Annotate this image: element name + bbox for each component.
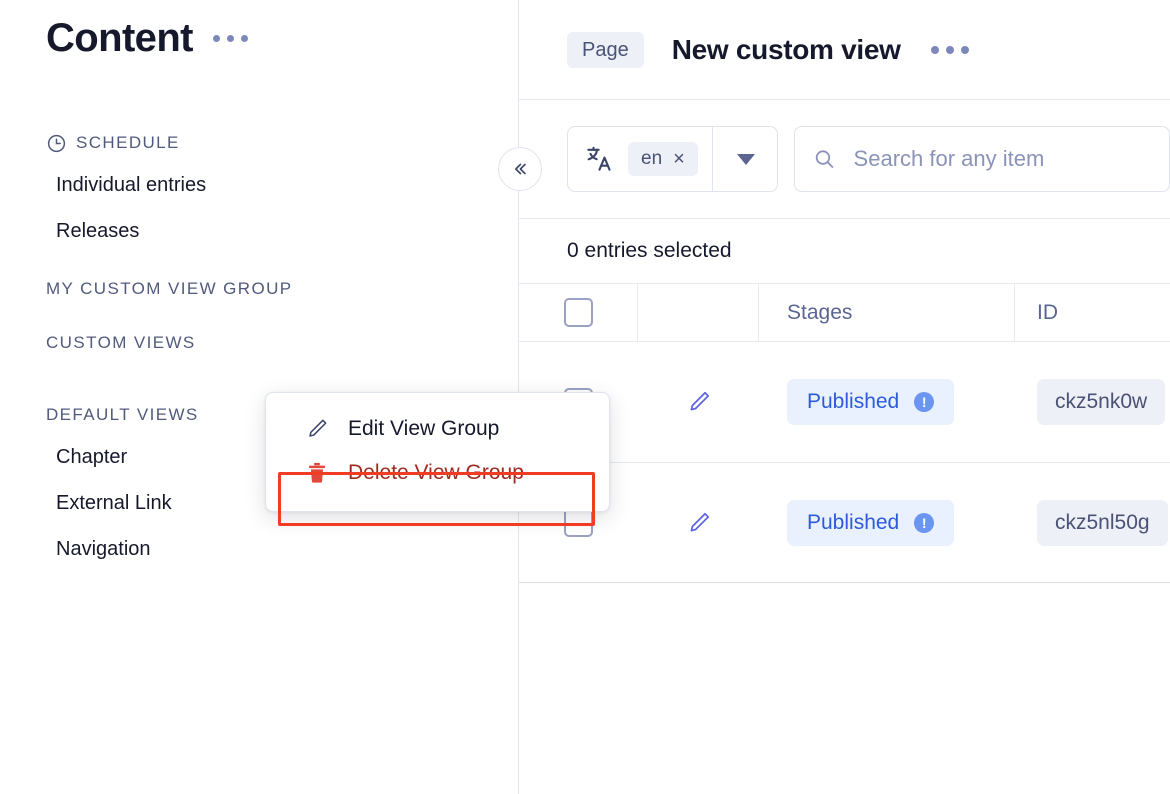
row-checkbox[interactable] xyxy=(564,508,593,537)
dot xyxy=(946,46,954,54)
pencil-icon xyxy=(304,416,330,442)
chevron-down-icon[interactable] xyxy=(737,154,755,165)
language-chip-remove-icon[interactable]: × xyxy=(673,149,685,169)
select-all-checkbox[interactable] xyxy=(564,298,593,327)
divider xyxy=(712,126,713,192)
column-header-id: ID xyxy=(1037,301,1058,325)
row-cell-stages: Published ! xyxy=(759,342,1015,462)
sidebar-section-label: DEFAULT VIEWS xyxy=(46,403,199,427)
status-badge[interactable]: Published ! xyxy=(787,379,954,425)
sidebar-section-my-custom-view-group[interactable]: MY CUSTOM VIEW GROUP xyxy=(0,272,519,306)
sidebar-item-navigation[interactable]: Navigation xyxy=(0,526,519,572)
view-more-icon[interactable] xyxy=(929,40,971,60)
dot xyxy=(227,35,234,42)
table-row[interactable]: Published ! ckz5nk0w xyxy=(519,342,1170,462)
language-filter[interactable]: en × xyxy=(567,126,778,192)
status-badge[interactable]: Published ! xyxy=(787,500,954,546)
pencil-icon[interactable] xyxy=(685,509,713,537)
menu-item-label: Delete View Group xyxy=(348,461,524,485)
header-cell-edit xyxy=(638,284,759,341)
menu-item-edit-view-group[interactable]: Edit View Group xyxy=(266,407,609,451)
menu-item-delete-view-group[interactable]: Delete View Group xyxy=(266,451,609,495)
sidebar-section-label: SCHEDULE xyxy=(76,131,180,155)
search-box[interactable] xyxy=(794,126,1170,192)
collapse-sidebar-button[interactable] xyxy=(498,147,542,191)
menu-item-label: Edit View Group xyxy=(348,417,499,441)
entry-id[interactable]: ckz5nk0w xyxy=(1037,379,1165,425)
main-panel: Page New custom view xyxy=(519,0,1170,794)
row-cell-id: ckz5nk0w xyxy=(1015,342,1170,462)
language-chip-label: en xyxy=(641,148,662,170)
search-input[interactable] xyxy=(852,145,1151,173)
selection-status: 0 entries selected xyxy=(519,218,1170,283)
sidebar-section-label: MY CUSTOM VIEW GROUP xyxy=(46,277,293,301)
sidebar-item-individual-entries[interactable]: Individual entries xyxy=(0,162,519,208)
spacer xyxy=(0,362,519,380)
info-icon[interactable]: ! xyxy=(914,392,934,412)
language-chip[interactable]: en × xyxy=(628,142,698,176)
pencil-icon[interactable] xyxy=(685,388,713,416)
row-cell-edit xyxy=(638,463,759,582)
header-cell-id[interactable]: ID xyxy=(1015,284,1170,341)
dot xyxy=(241,35,248,42)
entry-id[interactable]: ckz5nl50g xyxy=(1037,500,1168,546)
dot xyxy=(213,35,220,42)
row-cell-stages: Published ! xyxy=(759,463,1015,582)
app-root: Content SCHEDULE Individual entries Rele… xyxy=(0,0,1170,794)
header-cell-stages[interactable]: Stages xyxy=(759,284,1015,341)
content-type-badge: Page xyxy=(567,32,644,68)
info-icon[interactable]: ! xyxy=(914,513,934,533)
entries-table: Stages ID Published ! xyxy=(519,283,1170,583)
sidebar-section-label: CUSTOM VIEWS xyxy=(46,331,196,355)
header-cell-select xyxy=(519,284,638,341)
status-badge-label: Published xyxy=(807,511,899,535)
spacer xyxy=(0,308,519,326)
translate-icon xyxy=(584,144,614,174)
sidebar-header: Content xyxy=(46,18,250,58)
trash-icon xyxy=(304,460,330,486)
view-title: New custom view xyxy=(672,34,901,66)
view-header: Page New custom view xyxy=(519,0,1170,100)
sidebar-section-schedule: SCHEDULE xyxy=(0,126,519,160)
content-more-icon[interactable] xyxy=(211,29,250,48)
sidebar-item-releases[interactable]: Releases xyxy=(0,208,519,254)
row-cell-edit xyxy=(638,342,759,462)
view-group-context-menu: Edit View Group Delete View Group xyxy=(265,392,610,512)
table-row[interactable]: Published ! ckz5nl50g xyxy=(519,462,1170,582)
clock-icon xyxy=(46,133,67,154)
dot xyxy=(931,46,939,54)
spacer xyxy=(0,254,519,272)
filter-toolbar: en × xyxy=(519,100,1170,218)
dot xyxy=(961,46,969,54)
chevron-double-left-icon xyxy=(510,159,530,179)
sidebar-section-custom-views[interactable]: CUSTOM VIEWS xyxy=(0,326,519,360)
page-title: Content xyxy=(46,18,193,58)
status-badge-label: Published xyxy=(807,390,899,414)
table-header-row: Stages ID xyxy=(519,284,1170,342)
search-icon xyxy=(813,146,836,172)
column-header-stages: Stages xyxy=(787,301,852,325)
row-cell-id: ckz5nl50g xyxy=(1015,463,1170,582)
